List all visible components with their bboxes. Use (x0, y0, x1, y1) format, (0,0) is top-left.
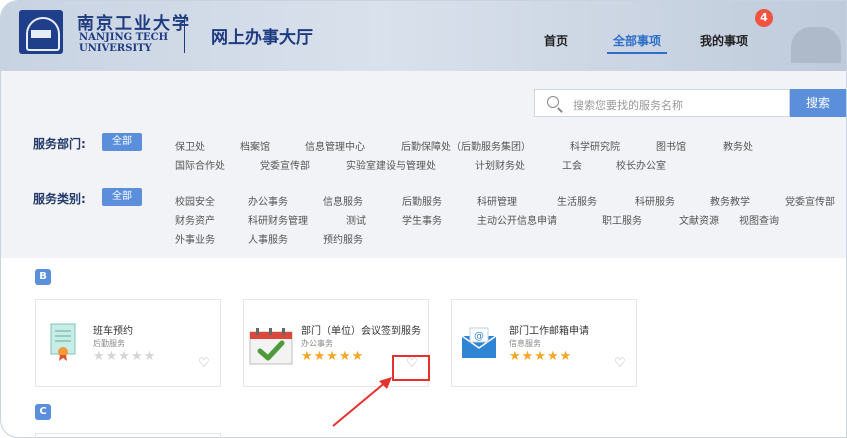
search-input[interactable]: 搜索您要找的服务名称 (534, 89, 790, 117)
dept-option[interactable]: 计划财务处 (475, 157, 525, 172)
category-filter-label: 服务类别: (33, 192, 86, 206)
university-name-cn: 南京工业大学 (77, 14, 191, 34)
dept-all-button[interactable]: 全部 (102, 133, 142, 151)
category-option[interactable]: 生活服务 (557, 193, 597, 208)
favorite-heart-icon[interactable]: ♡ (198, 356, 210, 371)
service-card[interactable]: 班车预约 后勤服务 ★★★★★ ♡ (35, 299, 221, 387)
category-option[interactable]: 校园安全 (175, 193, 215, 208)
dept-option[interactable]: 图书馆 (656, 138, 686, 153)
category-option[interactable]: 预约服务 (323, 231, 363, 246)
nav-all-items[interactable]: 全部事项 (613, 32, 661, 49)
nav-my-items[interactable]: 我的事项 (700, 32, 748, 49)
university-logo-icon (19, 10, 63, 54)
dept-option[interactable]: 工会 (562, 157, 582, 172)
favorite-heart-icon[interactable]: ♡ (614, 356, 626, 371)
dept-option[interactable]: 国际合作处 (175, 157, 225, 172)
category-option[interactable]: 测试 (346, 212, 366, 227)
service-card[interactable] (35, 433, 221, 437)
nav-active-indicator (607, 52, 667, 54)
service-card-category: 办公事务 (301, 339, 333, 348)
dept-option[interactable]: 教务处 (723, 138, 753, 153)
highlight-box (392, 355, 430, 381)
category-option[interactable]: 人事服务 (248, 231, 288, 246)
filter-panel: 搜索您要找的服务名称 搜索 服务部门: 全部 保卫处 档案馆 信息管理中心 后勤… (1, 71, 846, 258)
rating-stars: ★★★★★ (301, 349, 365, 364)
calendar-check-icon (249, 328, 293, 365)
dept-option[interactable]: 实验室建设与管理处 (346, 157, 436, 172)
category-option[interactable]: 主动公开信息申请 (477, 212, 557, 227)
certificate-icon (50, 323, 76, 361)
dept-option[interactable]: 党委宣传部 (260, 157, 310, 172)
rating-stars: ★★★★★ (509, 349, 573, 364)
page-header: 南京工业大学 NANJING TECH UNIVERSITY 网上办事大厅 首页… (1, 1, 846, 71)
service-card[interactable]: @ 部门工作邮箱申请 信息服务 ★★★★★ ♡ (451, 299, 637, 387)
email-icon: @ (461, 327, 497, 358)
service-card-name: 班车预约 (93, 326, 133, 337)
building-banner-image (791, 27, 841, 63)
category-option[interactable]: 科研财务管理 (248, 212, 308, 227)
header-divider (184, 19, 185, 53)
dept-option[interactable]: 校长办公室 (616, 157, 666, 172)
section-letter-badge: B (35, 269, 51, 285)
dept-option[interactable]: 信息管理中心 (305, 138, 365, 153)
category-option[interactable]: 职工服务 (602, 212, 642, 227)
category-option[interactable]: 后勤服务 (402, 193, 442, 208)
category-all-button[interactable]: 全部 (102, 188, 142, 206)
dept-option[interactable]: 档案馆 (240, 138, 270, 153)
category-option[interactable]: 学生事务 (402, 212, 442, 227)
dept-option[interactable]: 后勤保障处（后勤服务集团） (401, 138, 531, 153)
search-placeholder: 搜索您要找的服务名称 (573, 99, 683, 112)
hall-title: 网上办事大厅 (211, 28, 313, 48)
svg-text:@: @ (474, 331, 484, 342)
category-option[interactable]: 财务资产 (175, 212, 215, 227)
category-option[interactable]: 文献资源 (679, 212, 719, 227)
service-card-category: 信息服务 (509, 339, 541, 348)
service-card-category: 后勤服务 (93, 339, 125, 348)
nav-home[interactable]: 首页 (544, 32, 568, 49)
service-card-name: 部门（单位）会议签到服务 (301, 326, 421, 337)
category-option[interactable]: 信息服务 (323, 193, 363, 208)
university-name-en: NANJING TECH UNIVERSITY (79, 32, 169, 54)
dept-option[interactable]: 保卫处 (175, 138, 205, 153)
dept-option[interactable]: 科学研究院 (570, 138, 620, 153)
category-option[interactable]: 教务教学 (710, 193, 750, 208)
dept-filter-label: 服务部门: (33, 137, 86, 151)
category-option[interactable]: 视图查询 (739, 212, 779, 227)
notification-badge[interactable]: 4 (755, 9, 773, 27)
app-frame: 南京工业大学 NANJING TECH UNIVERSITY 网上办事大厅 首页… (0, 0, 847, 438)
service-card-name: 部门工作邮箱申请 (509, 326, 589, 337)
section-letter-badge: C (35, 404, 51, 420)
category-option[interactable]: 科研管理 (477, 193, 517, 208)
category-option[interactable]: 办公事务 (248, 193, 288, 208)
category-option[interactable]: 科研服务 (635, 193, 675, 208)
search-icon (547, 96, 559, 108)
category-option[interactable]: 党委宣传部 (785, 193, 835, 208)
category-option[interactable]: 外事业务 (175, 231, 215, 246)
search-button[interactable]: 搜索 (790, 89, 846, 117)
rating-stars: ★★★★★ (93, 349, 157, 364)
